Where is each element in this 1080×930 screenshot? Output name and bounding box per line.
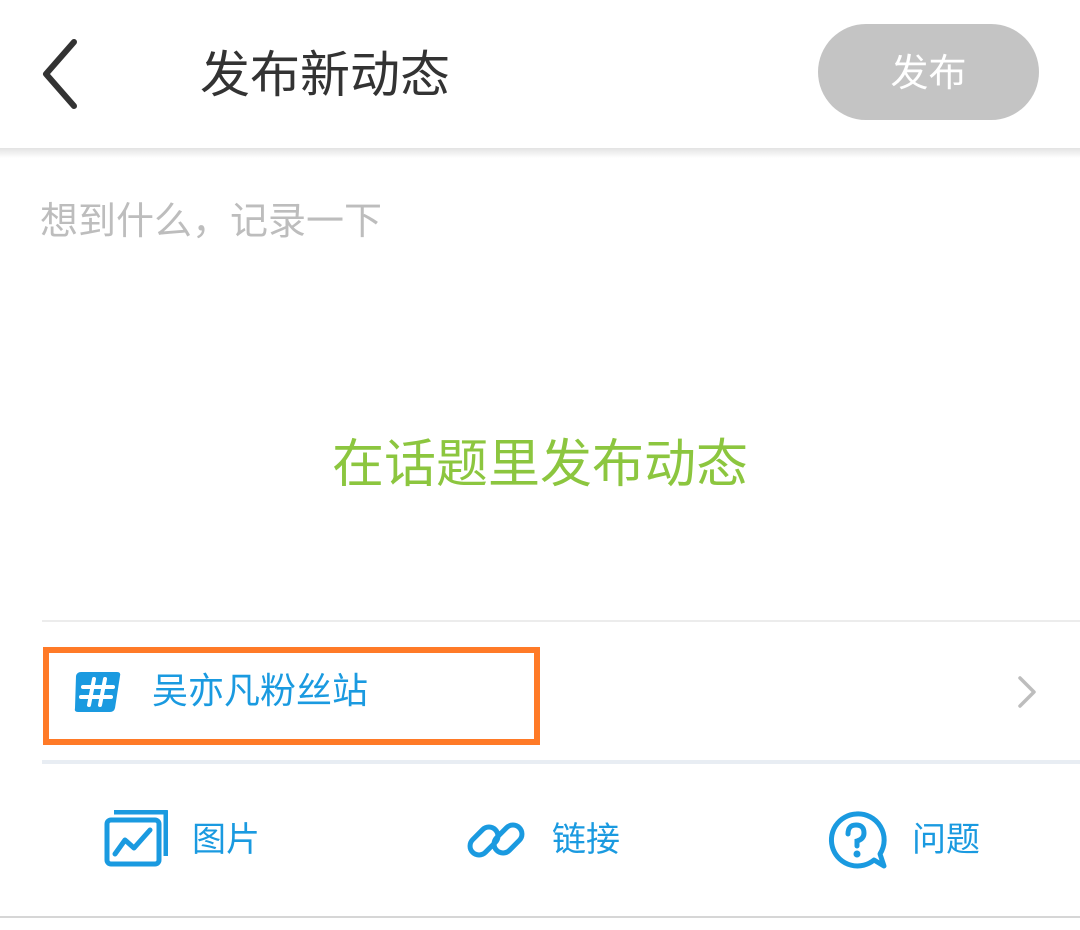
header-divider (0, 148, 1080, 158)
top-bar: 发布新动态 发布 (0, 0, 1080, 148)
topic-selector-row[interactable]: 吴亦凡粉丝站 (42, 622, 1080, 760)
image-icon (104, 810, 168, 867)
publish-button[interactable]: 发布 (818, 24, 1039, 120)
question-label: 问题 (912, 820, 980, 860)
page-title: 发布新动态 (200, 46, 450, 104)
bottom-border (0, 916, 1080, 918)
hashtag-icon (74, 672, 121, 712)
image-button[interactable]: 图片 (104, 764, 274, 916)
topic-name: 吴亦凡粉丝站 (152, 671, 369, 712)
image-label: 图片 (192, 820, 260, 860)
question-button[interactable]: 问题 (826, 764, 996, 916)
link-label: 链接 (552, 820, 620, 860)
link-icon (467, 822, 525, 858)
bottom-toolbar: 图片 链接 问题 (0, 764, 1080, 916)
post-content-input[interactable] (40, 190, 1040, 430)
chevron-left-icon (43, 39, 77, 109)
back-button[interactable] (30, 34, 100, 114)
link-button[interactable]: 链接 (466, 764, 636, 916)
chevron-right-icon (1018, 676, 1036, 708)
question-bubble-icon (828, 811, 887, 869)
topic-hint-text: 在话题里发布动态 (331, 435, 748, 495)
